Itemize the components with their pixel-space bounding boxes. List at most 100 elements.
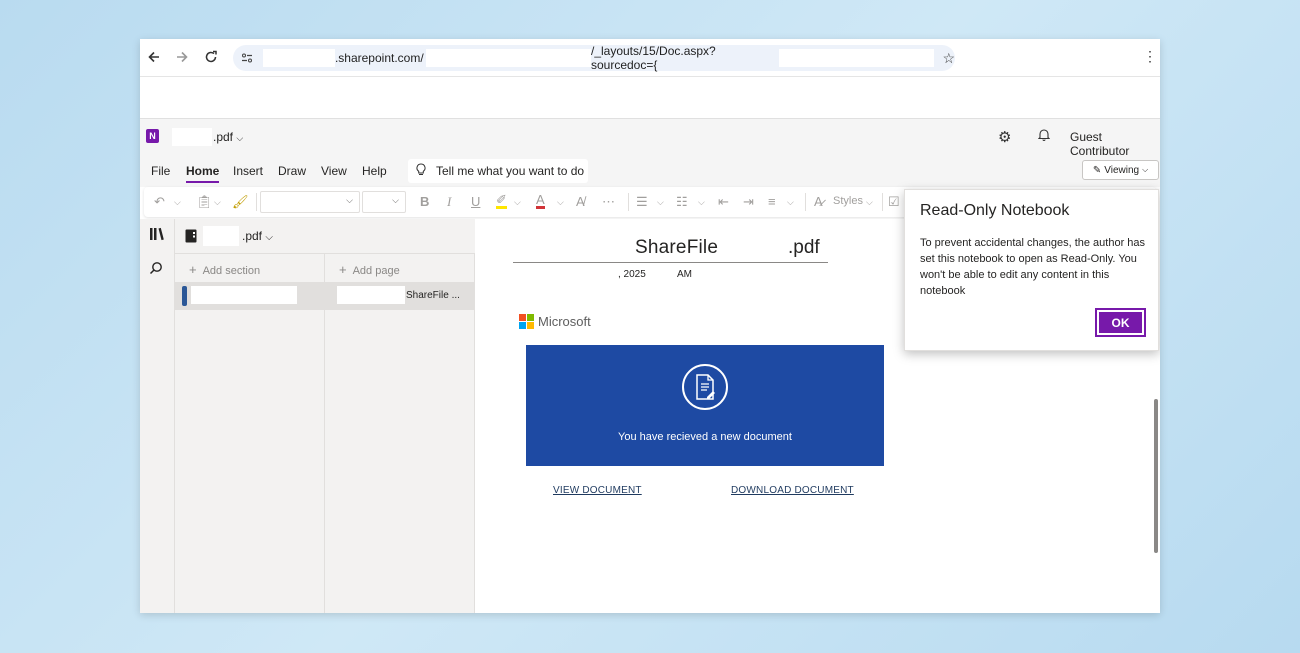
section-color-tab [182,286,187,306]
plus-icon: + [339,262,347,277]
download-document-link[interactable]: DOWNLOAD DOCUMENT [731,485,854,496]
underline-icon[interactable]: U [471,194,480,209]
chevron-down-icon[interactable]: ⌵ [866,197,873,208]
dialog-body: To prevent accidental changes, the autho… [920,237,1146,297]
tab-view[interactable]: View [321,164,347,178]
gear-icon[interactable]: ⚙ [998,128,1011,146]
microsoft-logo: Microsoft [519,314,591,329]
tab-file[interactable]: File [151,164,170,178]
separator [882,193,883,211]
chevron-down-icon[interactable]: ⌵ [174,197,181,208]
page-item-label: ShareFile ... [406,290,460,301]
document-icon [682,364,728,410]
section-item[interactable] [175,282,325,310]
pen-icon: ✎ [1092,164,1102,176]
reload-icon[interactable] [197,43,225,71]
bell-icon[interactable] [1037,128,1051,144]
separator [805,193,806,211]
chevron-down-icon: ⌵ [265,232,273,243]
styles-label[interactable]: Styles [833,195,863,207]
align-icon[interactable]: ≡ [768,194,776,209]
star-icon[interactable]: ☆ [942,50,955,67]
user-name[interactable]: Guest Contributor [1070,130,1160,158]
microsoft-grid-icon [519,314,534,329]
chevron-down-icon[interactable]: ⌵ [698,197,705,208]
bullets-icon[interactable]: ☰ [636,194,648,210]
tag-checkbox-icon[interactable]: ☑ [888,194,900,210]
tab-home[interactable]: Home [186,164,220,183]
browser-window: .sharepoint.com/ /_layouts/15/Doc.aspx?s… [140,39,1160,613]
tab-help[interactable]: Help [362,164,387,178]
tab-draw[interactable]: Draw [278,164,306,178]
numbering-icon[interactable]: ☷ [676,194,688,210]
notebook-icon [185,229,197,248]
outdent-icon[interactable]: ⇤ [718,194,729,210]
doc-title[interactable]: .pdf ⌵ [213,130,243,144]
add-section-button[interactable]: + Add section [189,262,260,277]
ribbon-tabs: File Home Insert Draw View Help Tell me … [140,155,1160,187]
notebook-title-redacted [203,226,239,246]
format-painter-icon[interactable]: 🖌︎ [232,194,249,210]
site-info-icon[interactable] [241,52,253,64]
highlight-icon[interactable]: ✐ [496,193,507,209]
notebook-title-text: .pdf [242,229,263,243]
notebook-header[interactable]: .pdf ⌵ [175,219,475,254]
banner-text: You have recieved a new document [618,431,792,443]
font-size-select[interactable]: ⌵ [362,191,406,213]
app-header: N .pdf ⌵ ⚙ Guest Contributor [140,119,1160,158]
indent-icon[interactable]: ⇥ [743,194,754,210]
forward-icon[interactable] [168,43,196,71]
scrollbar[interactable] [1154,399,1158,553]
url-redacted [263,49,335,67]
plus-icon: + [189,262,197,277]
address-bar[interactable]: .sharepoint.com/ /_layouts/15/Doc.aspx?s… [233,44,955,72]
back-icon[interactable] [140,43,168,71]
chevron-down-icon[interactable]: ⌵ [657,197,664,208]
doc-title-text: .pdf [213,130,234,144]
library-icon[interactable] [149,227,165,244]
italic-icon[interactable]: I [447,194,451,210]
page-time: AM [677,269,692,280]
tab-insert[interactable]: Insert [233,164,263,178]
chevron-down-icon[interactable]: ⌵ [514,197,521,208]
separator [628,193,629,211]
more-options-icon[interactable]: ⋯ [602,194,615,210]
page-title-ext: .pdf [788,237,820,258]
microsoft-logo-text: Microsoft [538,314,591,329]
chevron-down-icon: ⌵ [1142,165,1149,174]
read-only-dialog: Read-Only Notebook To prevent accidental… [904,189,1159,351]
undo-icon[interactable]: ↶ [154,194,165,210]
kebab-menu-icon[interactable]: ⋮ [1143,49,1157,63]
font-color-icon[interactable]: A [536,193,545,209]
view-document-link[interactable]: VIEW DOCUMENT [553,485,642,496]
add-page-label: Add page [352,265,400,277]
chevron-down-icon[interactable]: ⌵ [214,197,221,208]
notebook-title: .pdf ⌵ [242,229,273,243]
tell-me-search[interactable]: Tell me what you want to do [408,159,588,183]
chevron-down-icon[interactable]: ⌵ [557,197,564,208]
tell-me-text: Tell me what you want to do [436,164,585,178]
viewing-label: Viewing [1104,164,1140,176]
add-section-label: Add section [202,265,261,277]
browser-toolbar: .sharepoint.com/ /_layouts/15/Doc.aspx?s… [140,39,1160,76]
doc-title-redacted [172,128,212,146]
left-rail [140,219,175,613]
section-name-redacted [191,286,297,304]
page-item[interactable]: ShareFile ... [325,282,475,310]
add-page-button[interactable]: + Add page [339,262,400,277]
font-family-select[interactable]: ⌵ [260,191,360,213]
sections-pane: + Add section [175,254,325,613]
ok-button[interactable]: OK [1095,308,1146,337]
search-icon[interactable] [149,261,163,278]
onenote-logo[interactable]: N [146,129,159,143]
viewing-mode-button[interactable]: ✎ Viewing ⌵ [1082,160,1159,180]
chevron-down-icon[interactable]: ⌵ [787,197,794,208]
clipboard-icon[interactable]: 📋︎ [196,194,213,210]
title-underline [513,262,828,263]
url-path: /_layouts/15/Doc.aspx?sourcedoc={ [590,44,716,72]
clear-format-icon[interactable]: A̸ [576,194,585,209]
bold-icon[interactable]: B [420,194,429,209]
lightbulb-icon [416,163,426,179]
chevron-down-icon: ⌵ [236,133,244,143]
styles-icon[interactable]: A̷ [814,194,823,209]
